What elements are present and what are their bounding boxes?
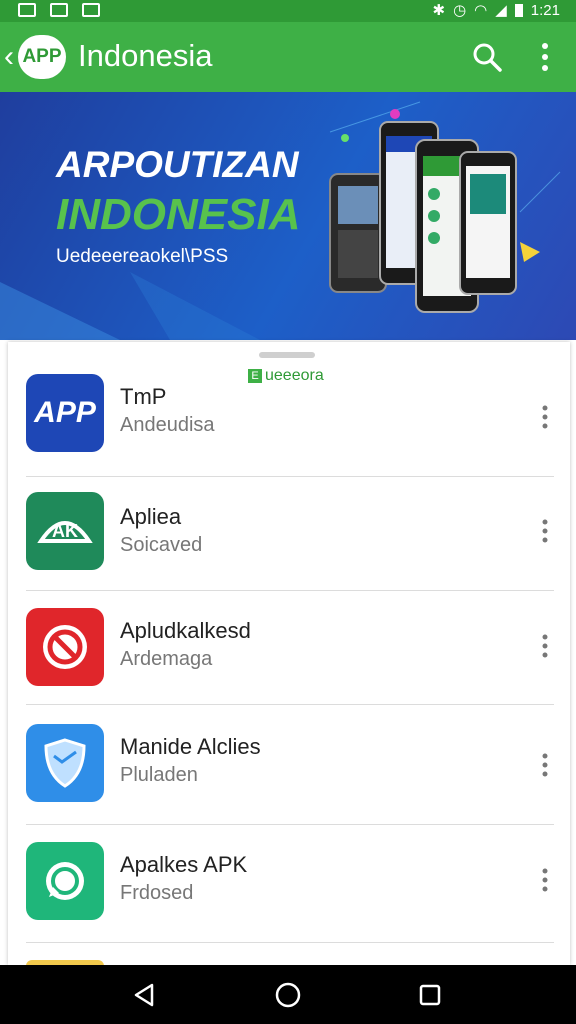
alarm-icon: ◷ — [453, 2, 467, 19]
notification-icon — [18, 3, 36, 17]
overflow-menu-icon[interactable] — [530, 40, 560, 74]
ak-logo-icon: AK — [26, 492, 104, 570]
app-name: Manide Alclies — [120, 734, 261, 759]
shield-icon — [26, 724, 104, 802]
system-nav-bar — [0, 965, 576, 1024]
wifi-icon: ◠ — [474, 2, 488, 19]
block-icon — [26, 608, 104, 686]
back-nav-icon[interactable] — [128, 979, 160, 1011]
status-bar: ✱ ◷ ◠ ◢ 1:21 — [0, 0, 576, 22]
block-symbol — [43, 625, 87, 669]
list-item[interactable]: Apludkalkesd Ardemaga — [8, 608, 570, 726]
recents-nav-icon[interactable] — [414, 979, 446, 1011]
list-item[interactable]: AK Apliea Soicaved — [8, 492, 570, 610]
item-menu-icon[interactable] — [536, 867, 554, 893]
app-subtitle: Andeudisa — [120, 414, 215, 436]
divider — [26, 590, 554, 591]
divider — [26, 704, 554, 705]
banner-headline: ARPOUTIZAN — [56, 144, 299, 185]
signal-icon: ◢ — [495, 2, 507, 19]
image-icon — [50, 3, 68, 17]
app-subtitle: Soicaved — [120, 534, 203, 556]
status-time: 1:21 — [530, 1, 560, 19]
app-name: Apliea — [120, 504, 182, 529]
whatsapp-icon — [26, 842, 104, 920]
item-menu-icon[interactable] — [536, 518, 554, 544]
item-menu-icon[interactable] — [536, 752, 554, 778]
app-name: TmP — [120, 384, 167, 409]
item-menu-icon[interactable] — [536, 633, 554, 659]
app-subtitle: Pluladen — [120, 764, 198, 786]
banner-country: INDONESIA — [56, 190, 301, 239]
ak-text: AK — [52, 520, 78, 541]
app-subtitle: Frdosed — [120, 882, 194, 904]
list-item[interactable]: APP TmP Andeudisa — [8, 374, 570, 492]
drag-handle[interactable] — [259, 352, 315, 358]
banner-subtitle: Uedeeereaokel\PSS — [56, 246, 229, 267]
divider — [26, 942, 554, 943]
back-icon[interactable]: ‹ — [4, 42, 14, 72]
page-title: Indonesia — [78, 38, 213, 73]
app-icon-text: APP — [34, 396, 96, 429]
app-name: Apludkalkesd — [120, 618, 251, 643]
divider — [26, 476, 554, 477]
phones-illustration — [329, 121, 517, 313]
app-list: E ueeeora APP TmP Andeudisa AK Apliea So… — [8, 342, 570, 965]
search-icon[interactable] — [470, 40, 504, 74]
gallery-icon — [82, 3, 100, 17]
promo-banner[interactable]: ARPOUTIZAN INDONESIA Uedeeereaokel\PSS — [0, 92, 576, 340]
home-nav-icon[interactable] — [272, 979, 304, 1011]
divider — [26, 824, 554, 825]
app-logo: APP — [18, 35, 66, 79]
item-menu-icon[interactable] — [536, 404, 554, 430]
battery-icon — [514, 3, 523, 17]
app-logo-icon: APP — [26, 374, 104, 452]
app-bar: ‹ APP Indonesia — [0, 22, 576, 92]
bluetooth-icon: ✱ — [432, 2, 446, 19]
app-name: Apalkes APK — [120, 852, 248, 877]
shield-symbol — [44, 738, 86, 788]
chat-symbol — [46, 862, 84, 900]
app-subtitle: Ardemaga — [120, 648, 213, 670]
